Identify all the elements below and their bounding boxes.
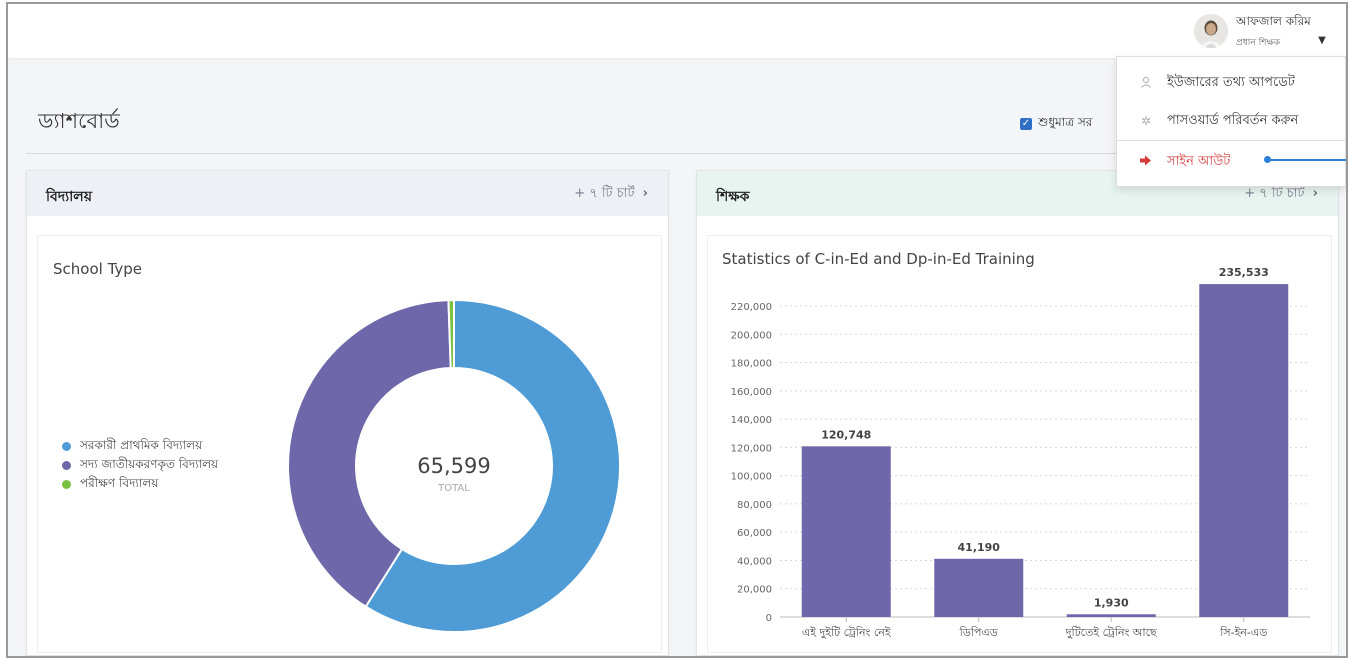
legend-label: সরকারী প্রাথমিক বিদ্যালয় [80,437,203,452]
teacher-more-charts-link[interactable]: + ৭ টি চার্ট › [1244,184,1318,205]
y-tick-label: 20,000 [737,585,772,596]
chart-title: School Type [53,260,143,278]
bar-value-label: 120,748 [821,428,871,441]
user-name[interactable]: আফজাল করিম [1236,13,1311,33]
legend-dot [62,480,71,489]
menu-item-label: পাসওয়ার্ড পরিবর্তন করুন [1167,112,1299,128]
top-bar: আফজাল করিম প্রধান শিক্ষক ▼ [8,4,1346,58]
chevron-right-icon: › [1312,186,1318,201]
more-charts-label: + ৭ টি চার্ট [1244,186,1305,201]
legend-label: সদ্য জাতীয়করণকৃত বিদ্যালয় [80,456,219,471]
legend-item[interactable]: পরীক্ষণ বিদ্যালয় [62,475,218,494]
y-tick-label: 200,000 [731,330,772,341]
y-tick-label: 140,000 [731,415,772,426]
y-tick-label: 100,000 [731,472,772,483]
filter-checkbox[interactable]: ✓ [1020,118,1032,130]
filter-label: শুধুমাত্র সর [1038,115,1093,129]
y-tick-label: 220,000 [731,302,772,313]
bar-value-label: 41,190 [958,541,1001,554]
y-tick-label: 80,000 [737,500,772,511]
donut-total-value: 65,599 [417,454,490,478]
filter-toggle[interactable]: ✓ শুধুমাত্র সর [1020,114,1092,134]
donut-total-label: TOTAL [437,483,470,494]
user-role: প্রধান শিক্ষক [1236,38,1281,48]
legend-dot [62,461,71,470]
bar-chart: 0 20,000 40,000 60,000 80,000 100,000 120,000 1… [731,266,1310,639]
gear-icon: ✲ [1140,114,1152,128]
y-tick-label: 120,000 [731,443,772,454]
bar-value-label: 1,930 [1094,596,1129,609]
donut-chart: 65,599 TOTAL [287,298,621,633]
menu-item-label: সাইন আউট [1167,153,1231,169]
x-tick-label: দুটিতেই ট্রেনিং আছে [1065,626,1158,639]
x-tick-label: ডিপিএড [959,626,999,639]
avatar[interactable] [1194,14,1228,48]
app-window: আফজাল করিম প্রধান শিক্ষক ▼ ড্যাশবোর্ড ✓ … [6,2,1348,658]
y-tick-label: 160,000 [731,387,772,398]
chevron-right-icon: › [642,186,648,201]
sign-out-item[interactable]: সাইন আউট [1117,144,1345,180]
y-tick-label: 40,000 [737,556,772,567]
more-charts-label: + ৭ টি চার্ট [574,186,635,201]
legend-label: পরীক্ষণ বিদ্যালয় [80,475,159,490]
teacher-card-title: শিক্ষক [716,189,750,205]
user-icon [1139,76,1153,91]
bar[interactable] [1066,614,1156,617]
change-password-item[interactable]: ✲ পাসওয়ার্ড পরিবর্তন করুন [1117,103,1345,139]
sign-out-icon [1139,155,1153,169]
x-tick-label: এই দুইটি ট্রেনিং নেই [802,626,892,639]
legend-item[interactable]: সদ্য জাতীয়করণকৃত বিদ্যালয় [62,456,218,475]
y-tick-label: 60,000 [737,528,772,539]
bar[interactable] [1199,284,1289,617]
school-card-title: বিদ্যালয় [46,189,92,205]
pointer-line [1270,159,1346,161]
y-tick-label: 0 [766,613,772,624]
bar[interactable] [801,446,891,617]
menu-item-label: ইউজারের তথ্য আপডেট [1167,74,1295,90]
bar[interactable] [934,558,1024,617]
y-tick-label: 180,000 [731,359,772,370]
x-tick-label: সি-ইন-এড [1219,626,1268,639]
school-card-header: বিদ্যালয় + ৭ টি চার্ট › [27,171,668,216]
menu-divider [1117,140,1345,141]
caret-down-icon[interactable]: ▼ [1314,34,1330,48]
user-photo-icon [1194,14,1228,48]
legend-dot [62,442,71,451]
pointer-dot [1264,156,1271,163]
update-profile-item[interactable]: ইউজারের তথ্য আপডেট [1117,65,1345,101]
user-menu: ইউজারের তথ্য আপডেট ✲ পাসওয়ার্ড পরিবর্তন… [1116,56,1346,187]
page-title: ড্যাশবোর্ড [38,109,120,133]
bar-value-label: 235,533 [1219,266,1269,279]
school-more-charts-link[interactable]: + ৭ টি চার্ট › [574,184,648,205]
legend-item[interactable]: সরকারী প্রাথমিক বিদ্যালয় [62,437,218,456]
legend: সরকারী প্রাথমিক বিদ্যালয় সদ্য জাতীয়করণ… [62,437,218,494]
